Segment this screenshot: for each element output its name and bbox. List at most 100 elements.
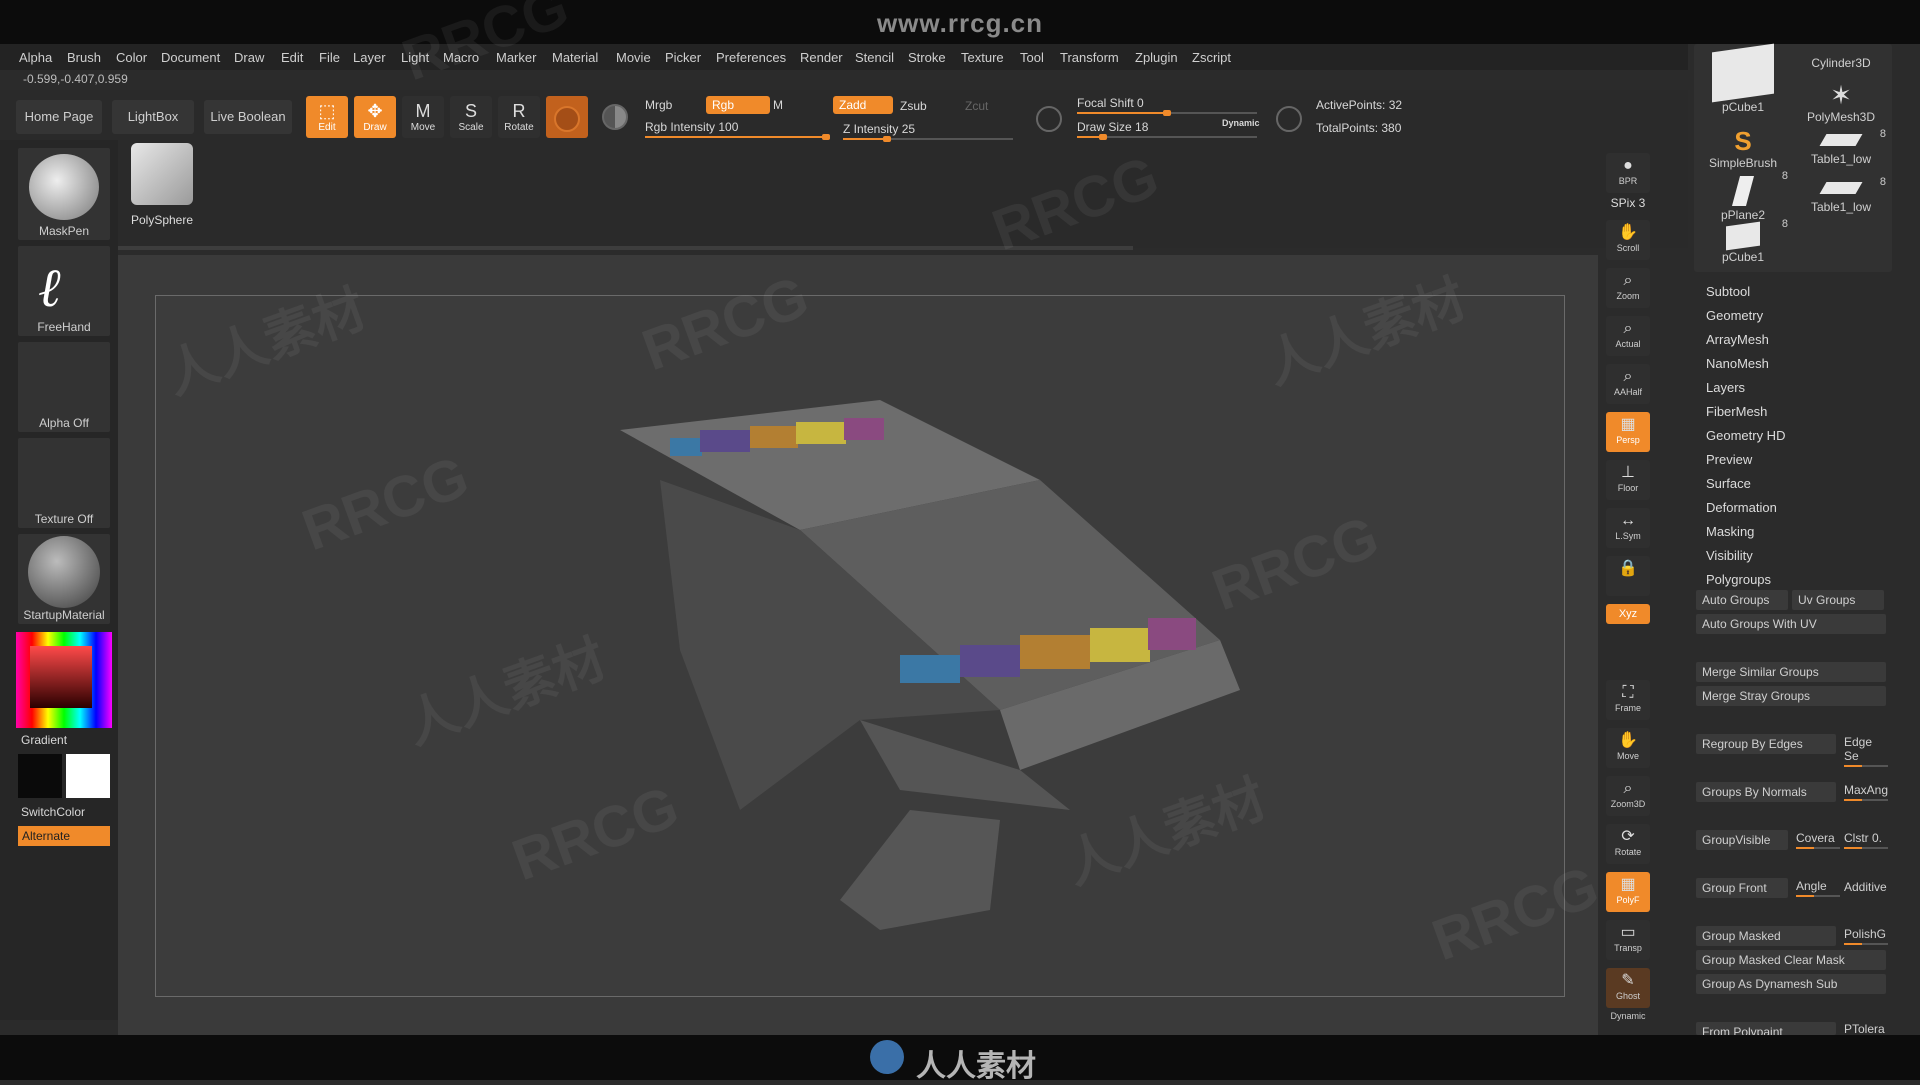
actual-button[interactable]: ⌕ Actual [1606,316,1650,356]
menu-stencil[interactable]: Stencil [855,50,894,65]
menu-file[interactable]: File [319,50,340,65]
focal-shift-icon[interactable] [1036,106,1062,132]
coverage-slider[interactable]: Covera [1796,831,1840,849]
zsub-button[interactable]: Zsub [900,99,927,113]
mrgb-button[interactable]: Mrgb [645,98,672,112]
bpr-button[interactable]: ● BPR [1606,153,1650,193]
dynamic-toggle[interactable]: Dynamic [1222,118,1260,128]
draw-size-slider[interactable] [1077,134,1257,140]
cluster-slider[interactable]: Clstr 0. [1844,831,1888,849]
group-masked-button[interactable]: Group Masked [1696,926,1836,946]
xyz-button[interactable]: Xyz [1606,604,1650,624]
menu-document[interactable]: Document [161,50,220,65]
m-button[interactable]: M [773,98,783,112]
menu-color[interactable]: Color [116,50,147,65]
tool-item-pcube1-2[interactable]: pCube1 8 [1698,218,1788,264]
rotate-mode-button[interactable]: R Rotate [498,96,540,138]
merge-similar-groups-button[interactable]: Merge Similar Groups [1696,662,1886,682]
live-boolean-button[interactable]: Live Boolean [204,100,292,134]
edge-sensitivity-slider[interactable]: Edge Se [1844,735,1888,767]
rgb-button[interactable]: Rgb [706,96,770,114]
draw-size-icon[interactable] [1276,106,1302,132]
material-slot[interactable]: StartupMaterial [18,534,110,624]
additive-toggle[interactable]: Additive [1844,880,1888,894]
menu-edit[interactable]: Edit [281,50,303,65]
menu-marker[interactable]: Marker [496,50,536,65]
rgb-intensity-slider[interactable] [645,134,830,140]
brush-slot[interactable]: MaskPen [18,148,110,240]
secondary-color-swatch[interactable] [66,754,110,798]
main-color-swatch[interactable] [18,754,62,798]
angle-slider[interactable]: Angle [1796,879,1840,897]
home-page-button[interactable]: Home Page [16,100,102,134]
menu-light[interactable]: Light [401,50,429,65]
menu-preferences[interactable]: Preferences [716,50,786,65]
aahalf-button[interactable]: ⌕ AAHalf [1606,364,1650,404]
menu-draw[interactable]: Draw [234,50,264,65]
groups-by-normals-button[interactable]: Groups By Normals [1696,782,1836,802]
auto-groups-button[interactable]: Auto Groups [1696,590,1788,610]
tool-item-table1-low[interactable]: Table1_low 8 [1796,128,1886,166]
ptolerance-slider[interactable]: PTolera [1844,1022,1888,1035]
tool-item-pplane2[interactable]: pPlane2 8 [1698,170,1788,222]
subpalette-geometry-hd[interactable]: Geometry HD [1706,428,1785,443]
stroke-slot[interactable]: ℓ FreeHand [18,246,110,336]
subpalette-deformation[interactable]: Deformation [1706,500,1777,515]
alternate-button[interactable]: Alternate [18,826,110,846]
subpalette-polygroups[interactable]: Polygroups [1706,572,1771,587]
subpalette-layers[interactable]: Layers [1706,380,1745,395]
lsym-button[interactable]: ↔ L.Sym [1606,508,1650,548]
uv-groups-button[interactable]: Uv Groups [1792,590,1884,610]
scale-mode-button[interactable]: S Scale [450,96,492,138]
groupvisible-button[interactable]: GroupVisible [1696,830,1788,850]
tool-item-polymesh3d[interactable]: ✶ PolyMesh3D [1796,82,1886,124]
subpalette-masking[interactable]: Masking [1706,524,1754,539]
zoom3d-button[interactable]: ⌕ Zoom3D [1606,776,1650,816]
menu-render[interactable]: Render [800,50,843,65]
rotate-view-button[interactable]: ⟳ Rotate [1606,824,1650,864]
zoom-button[interactable]: ⌕ Zoom [1606,268,1650,308]
floor-button[interactable]: ⊥ Floor [1606,460,1650,500]
subpalette-nanomesh[interactable]: NanoMesh [1706,356,1769,371]
switchcolor-label[interactable]: SwitchColor [21,805,85,819]
group-as-dynamesh-sub-button[interactable]: Group As Dynamesh Sub [1696,974,1886,994]
menu-zplugin[interactable]: Zplugin [1135,50,1178,65]
menu-alpha[interactable]: Alpha [19,50,52,65]
maxangle-slider[interactable]: MaxAng [1844,783,1888,801]
lock-button[interactable]: 🔒 [1606,556,1650,596]
menu-picker[interactable]: Picker [665,50,701,65]
subpalette-fibermesh[interactable]: FiberMesh [1706,404,1767,419]
regroup-by-edges-button[interactable]: Regroup By Edges [1696,734,1836,754]
focal-shift-slider[interactable] [1077,110,1257,116]
subpalette-preview[interactable]: Preview [1706,452,1752,467]
tool-item-pcube1[interactable]: pCube1 [1698,43,1788,114]
tool-item-cylinder3d[interactable]: Cylinder3D [1796,56,1886,70]
tool-item-table1-low-2[interactable]: Table1_low 8 [1796,176,1886,214]
shelf-tool-polysphere[interactable]: PolySphere [124,143,200,235]
subpalette-geometry[interactable]: Geometry [1706,308,1763,323]
menu-tool[interactable]: Tool [1020,50,1044,65]
spix-slider[interactable]: SPix 3 [1606,196,1650,210]
menu-layer[interactable]: Layer [353,50,386,65]
menu-transform[interactable]: Transform [1060,50,1119,65]
menu-macro[interactable]: Macro [443,50,479,65]
z-intensity-slider[interactable] [843,136,1013,142]
group-masked-clear-mask-button[interactable]: Group Masked Clear Mask [1696,950,1886,970]
lightbox-button[interactable]: LightBox [112,100,194,134]
polishg-slider[interactable]: PolishG [1844,927,1888,945]
texture-slot[interactable]: Texture Off [18,438,110,528]
from-polypaint-button[interactable]: From Polypaint [1696,1022,1836,1035]
subpalette-subtool[interactable]: Subtool [1706,284,1750,299]
scroll-button[interactable]: ✋ Scroll [1606,220,1650,260]
auto-groups-uv-button[interactable]: Auto Groups With UV [1696,614,1886,634]
persp-button[interactable]: ▦ Persp [1606,412,1650,452]
subpalette-surface[interactable]: Surface [1706,476,1751,491]
tool-item-simplebrush[interactable]: S SimpleBrush [1698,128,1788,170]
subpalette-visibility[interactable]: Visibility [1706,548,1753,563]
draw-button[interactable]: ✥ Draw [354,96,396,138]
color-picker[interactable] [16,632,112,728]
menu-zscript[interactable]: Zscript [1192,50,1231,65]
polyf-button[interactable]: ▦ PolyF [1606,872,1650,912]
zcut-button[interactable]: Zcut [965,99,988,113]
menu-movie[interactable]: Movie [616,50,651,65]
